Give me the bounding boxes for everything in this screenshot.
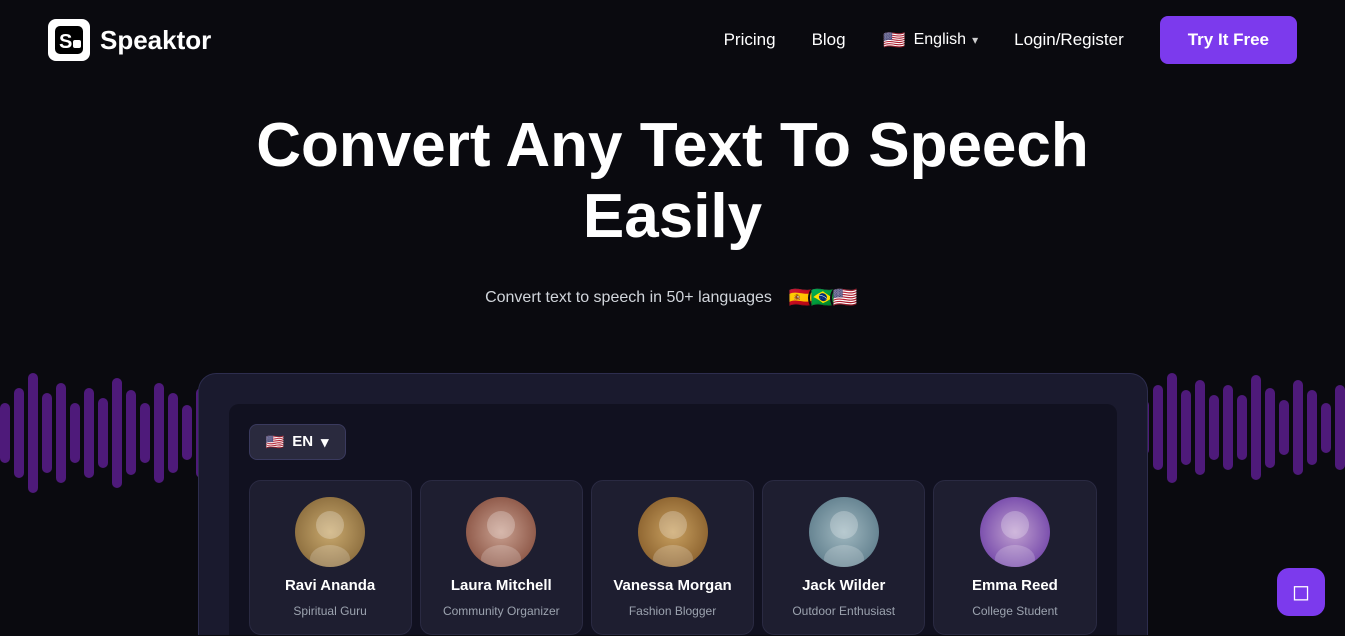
wave-bar bbox=[1167, 373, 1177, 483]
wave-bar bbox=[140, 403, 150, 463]
voice-name-ravi: Ravi Ananda bbox=[285, 577, 375, 594]
wave-bar bbox=[1251, 375, 1261, 480]
logo-icon: S bbox=[48, 19, 90, 61]
chat-icon: ◻ bbox=[1292, 579, 1310, 605]
wave-bar bbox=[112, 378, 122, 488]
device-inner: 🇺🇸 EN ▾ Ravi Ananda Spiritual Guru Laura … bbox=[229, 404, 1117, 635]
wave-bar bbox=[154, 383, 164, 483]
hero-headline: Convert Any Text To Speech Easily bbox=[223, 110, 1123, 253]
wave-bar bbox=[1153, 385, 1163, 470]
flag-us: 🇺🇸 bbox=[830, 283, 860, 313]
nav-links: Pricing Blog 🇺🇸 English ▾ Login/Register… bbox=[724, 16, 1297, 64]
wave-bar bbox=[28, 373, 38, 493]
avatar-laura bbox=[466, 497, 536, 567]
voice-card-vanessa[interactable]: Vanessa Morgan Fashion Blogger bbox=[591, 480, 754, 635]
avatar-jack bbox=[809, 497, 879, 567]
wave-bar bbox=[1293, 380, 1303, 475]
language-label: English bbox=[914, 31, 966, 49]
voice-card-emma[interactable]: Emma Reed College Student bbox=[933, 480, 1096, 635]
wave-bar bbox=[1223, 385, 1233, 470]
wave-bar bbox=[168, 393, 178, 473]
waveform-section: 🇺🇸 EN ▾ Ravi Ananda Spiritual Guru Laura … bbox=[0, 373, 1345, 635]
avatar-ravi bbox=[295, 497, 365, 567]
logo-text: Speaktor bbox=[100, 25, 211, 56]
wave-bar bbox=[56, 383, 66, 483]
wave-bar bbox=[1279, 400, 1289, 455]
login-register-link[interactable]: Login/Register bbox=[1014, 30, 1124, 50]
wave-bar bbox=[1265, 388, 1275, 468]
chat-button[interactable]: ◻ bbox=[1277, 568, 1325, 616]
voice-role-ravi: Spiritual Guru bbox=[293, 604, 366, 618]
wave-bar bbox=[1195, 380, 1205, 475]
hero-subtitle-row: Convert text to speech in 50+ languages … bbox=[20, 283, 1325, 313]
voice-role-emma: College Student bbox=[972, 604, 1057, 618]
wave-bar bbox=[1335, 385, 1345, 470]
wave-bar bbox=[1307, 390, 1317, 465]
wave-bar bbox=[0, 403, 10, 463]
wave-bar bbox=[1237, 395, 1247, 460]
voice-card-laura[interactable]: Laura Mitchell Community Organizer bbox=[420, 480, 583, 635]
avatar-emma bbox=[980, 497, 1050, 567]
voice-name-vanessa: Vanessa Morgan bbox=[613, 577, 731, 594]
wave-bar bbox=[42, 393, 52, 473]
voice-name-emma: Emma Reed bbox=[972, 577, 1058, 594]
wave-bar bbox=[1321, 403, 1331, 453]
wave-right bbox=[1139, 373, 1345, 483]
wave-bar bbox=[70, 403, 80, 463]
nav-pricing[interactable]: Pricing bbox=[724, 30, 776, 50]
wave-bar bbox=[1181, 390, 1191, 465]
voice-role-jack: Outdoor Enthusiast bbox=[792, 604, 895, 618]
svg-text:S: S bbox=[59, 31, 72, 53]
voice-role-vanessa: Fashion Blogger bbox=[629, 604, 716, 618]
voice-cards: Ravi Ananda Spiritual Guru Laura Mitchell… bbox=[249, 480, 1097, 635]
hero-section: Convert Any Text To Speech Easily Conver… bbox=[0, 80, 1345, 373]
lang-badge-chevron: ▾ bbox=[321, 433, 329, 451]
nav-blog[interactable]: Blog bbox=[812, 30, 846, 50]
language-flag: 🇺🇸 bbox=[882, 27, 908, 53]
wave-bar bbox=[126, 390, 136, 475]
wave-bar bbox=[14, 388, 24, 478]
voice-role-laura: Community Organizer bbox=[443, 604, 560, 618]
lang-badge-flag: 🇺🇸 bbox=[266, 433, 285, 451]
flags-cluster: 🇪🇸 🇧🇷 🇺🇸 bbox=[786, 283, 860, 313]
device-mock: 🇺🇸 EN ▾ Ravi Ananda Spiritual Guru Laura … bbox=[198, 373, 1148, 635]
hero-subtitle-text: Convert text to speech in 50+ languages bbox=[485, 289, 772, 307]
wave-bar bbox=[1209, 395, 1219, 460]
voice-name-jack: Jack Wilder bbox=[802, 577, 885, 594]
voice-card-jack[interactable]: Jack Wilder Outdoor Enthusiast bbox=[762, 480, 925, 635]
lang-badge-label: EN bbox=[292, 433, 313, 450]
voice-name-laura: Laura Mitchell bbox=[451, 577, 552, 594]
navbar: S Speaktor Pricing Blog 🇺🇸 English ▾ Log… bbox=[0, 0, 1345, 80]
wave-left bbox=[0, 373, 206, 493]
logo[interactable]: S Speaktor bbox=[48, 19, 211, 61]
avatar-vanessa bbox=[638, 497, 708, 567]
chevron-down-icon: ▾ bbox=[972, 33, 978, 47]
try-it-free-button[interactable]: Try It Free bbox=[1160, 16, 1297, 64]
wave-bar bbox=[182, 405, 192, 460]
wave-bar bbox=[84, 388, 94, 478]
language-selector[interactable]: 🇺🇸 English ▾ bbox=[882, 27, 979, 53]
wave-bar bbox=[98, 398, 108, 468]
lang-badge[interactable]: 🇺🇸 EN ▾ bbox=[249, 424, 346, 460]
voice-card-ravi[interactable]: Ravi Ananda Spiritual Guru bbox=[249, 480, 412, 635]
